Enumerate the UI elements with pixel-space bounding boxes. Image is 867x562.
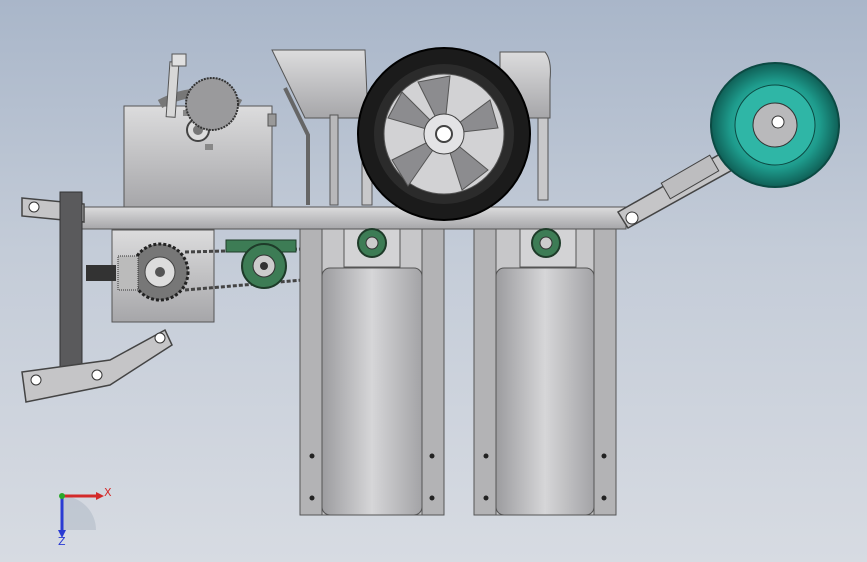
- axis-triad-icon: [58, 492, 104, 538]
- axis-z-label: Z: [58, 535, 66, 548]
- furrow-opener-2: [473, 228, 617, 516]
- cad-viewport[interactable]: X Z: [0, 0, 867, 562]
- lower-gearbox: [86, 229, 215, 323]
- bearing-center-1: [343, 228, 401, 268]
- main-frame-beam: [77, 206, 627, 230]
- axis-x-label: X: [104, 486, 112, 499]
- wheel-icon: [357, 47, 531, 221]
- bearing-left: [225, 239, 297, 289]
- disc-icon: [710, 62, 840, 188]
- furrow-opener-1: [299, 228, 445, 516]
- assembly-drawing: X Z: [21, 47, 840, 548]
- bearing-center-2: [519, 228, 577, 268]
